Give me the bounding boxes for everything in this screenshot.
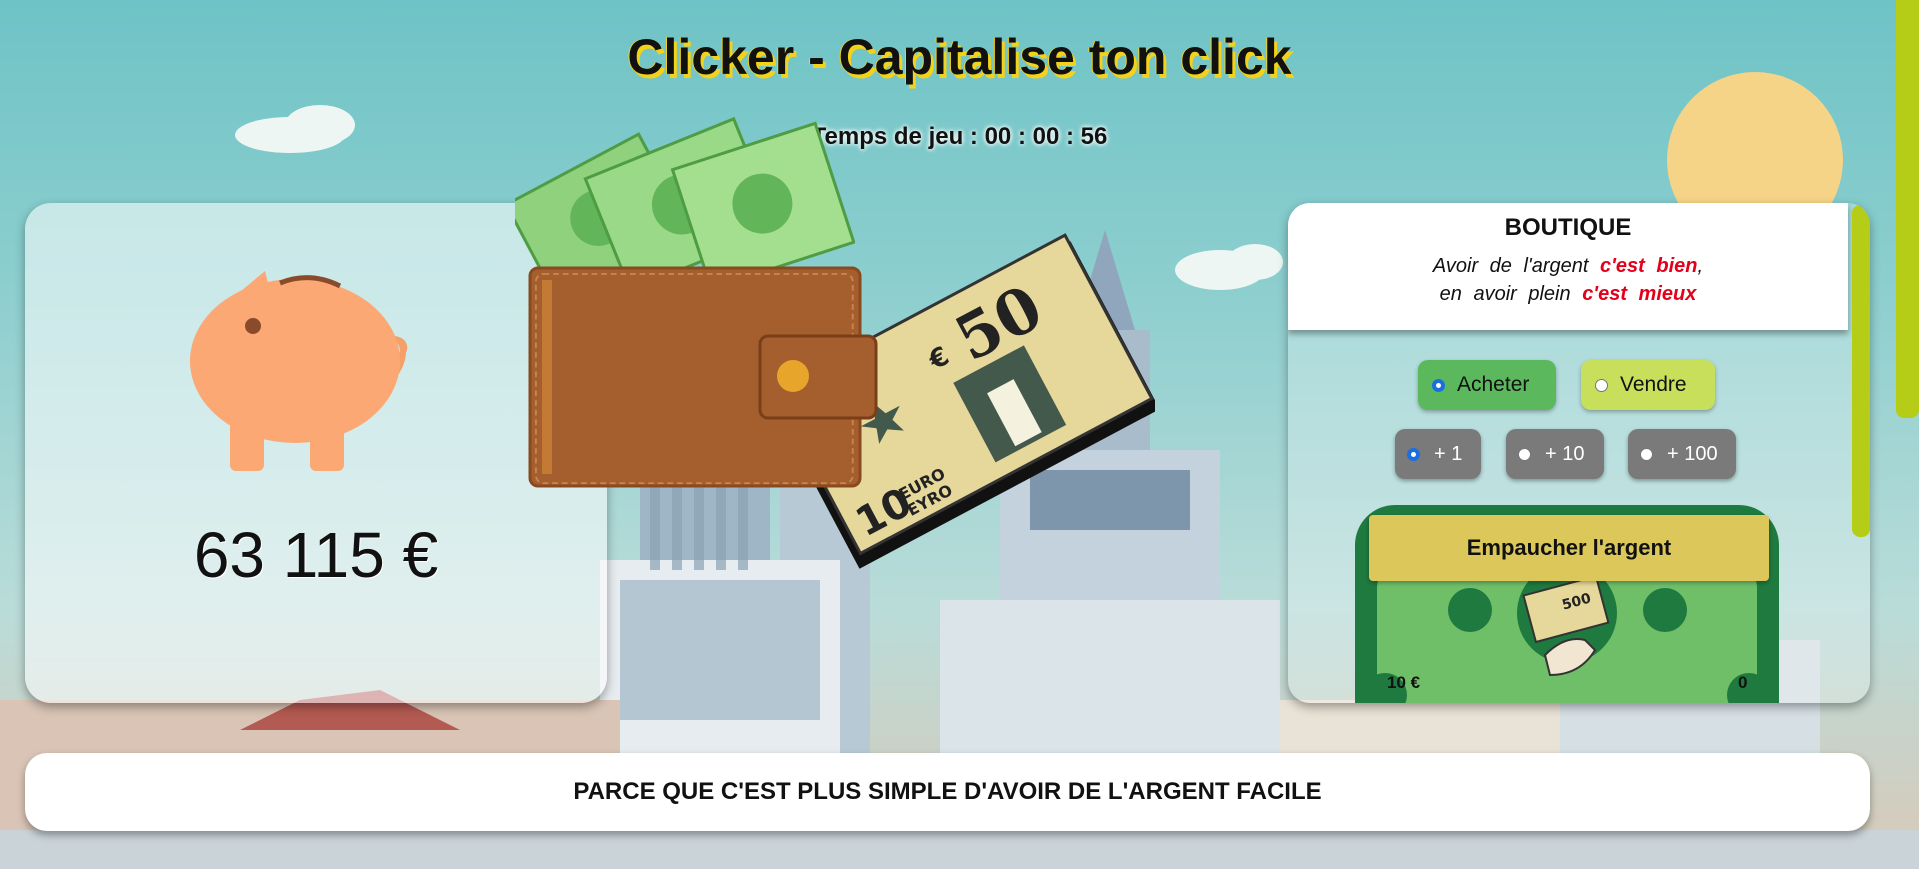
piggy-bank-icon[interactable] [170,241,490,481]
shop-header: BOUTIQUE Avoir de l'argent c'est bien, e… [1288,203,1848,330]
footer-banner: PARCE QUE C'EST PLUS SIMPLE D'AVOIR DE L… [25,753,1870,831]
sell-mode-radio[interactable]: Vendre [1581,360,1715,410]
item-owned-count: 0 [1738,673,1748,692]
motto-punctuation: , [1697,255,1704,277]
shop-scrollbar[interactable] [1852,205,1870,537]
play-timer: Temps de jeu : 00 : 00 : 56 [811,123,1108,150]
quantity-label: + 10 [1545,442,1585,465]
shop-title: BOUTIQUE [1504,214,1632,241]
buy-mode-label: Acheter [1457,373,1530,396]
motto-emphasis: c'est mieux [1582,283,1697,305]
motto-text: en avoir plein [1439,283,1571,305]
motto-text: Avoir de l'argent [1432,255,1589,277]
radio-selected-icon [1432,378,1445,392]
money-amount: 63 115 € [193,519,439,591]
radio-unselected-icon [1518,447,1531,461]
radio-unselected-icon [1640,447,1653,461]
shop-motto: Avoir de l'argent c'est bien, en avoir p… [1288,252,1848,308]
sell-mode-label: Vendre [1620,373,1687,396]
quantity-radio-100[interactable]: + 100 [1628,429,1736,479]
page-scrollbar[interactable] [1896,0,1919,418]
quantity-radio-10[interactable]: + 10 [1506,429,1604,479]
shop-panel: BOUTIQUE Avoir de l'argent c'est bien, e… [1288,203,1870,703]
steal-money-button[interactable]: Empaucher l'argent [1369,515,1769,581]
radio-selected-icon [1407,447,1420,461]
quantity-label: + 100 [1667,442,1718,465]
quantity-label: + 1 [1434,442,1463,465]
buy-mode-radio[interactable]: Acheter [1418,360,1556,410]
wallet-icon [528,266,878,488]
page-title: Clicker - Capitalise ton click [627,29,1292,85]
quantity-radio-1[interactable]: + 1 [1395,429,1481,479]
motto-emphasis: c'est bien [1600,255,1698,277]
radio-unselected-icon [1595,378,1608,392]
item-price: 10 € [1387,673,1421,692]
